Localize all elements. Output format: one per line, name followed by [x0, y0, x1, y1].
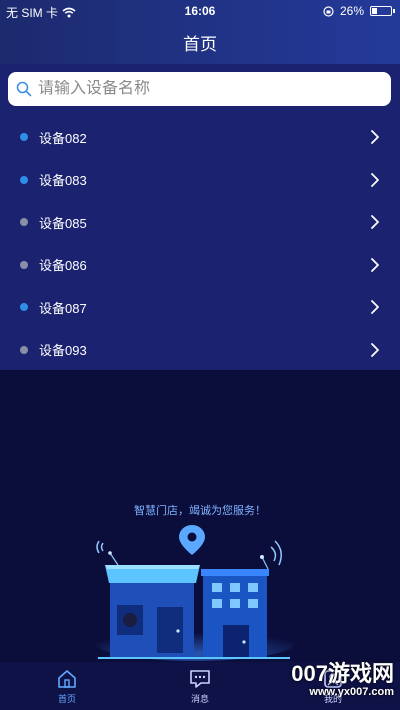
- page-title: 首页: [183, 35, 217, 54]
- header-bar: 无 SIM 卡 16:06 26% 首页: [0, 0, 400, 64]
- device-status-dot: [20, 175, 28, 184]
- chevron-right-icon: [371, 257, 379, 272]
- tab-home-label: 首页: [57, 694, 76, 704]
- battery-percent: 26%: [339, 4, 364, 18]
- location-pin-icon: [179, 525, 205, 555]
- orientation-lock-icon: [323, 5, 334, 17]
- chevron-right-icon: [371, 342, 379, 357]
- home-icon: [58, 670, 76, 688]
- search-icon: [16, 81, 32, 97]
- chevron-right-icon: [371, 300, 379, 314]
- device-row[interactable]: 设备093: [0, 329, 400, 371]
- smart-store-illustration: [95, 525, 295, 661]
- device-row[interactable]: 设备083: [0, 159, 400, 201]
- device-list-panel: 设备082 设备083 设备085 设备086 设备087 设备093: [0, 64, 400, 370]
- device-row[interactable]: 设备087: [0, 286, 400, 328]
- message-icon: [190, 670, 210, 688]
- device-status-dot: [20, 345, 28, 354]
- device-status-dot: [20, 260, 28, 269]
- battery-icon: [370, 6, 395, 16]
- chevron-right-icon: [371, 130, 379, 144]
- device-status-dot: [20, 218, 28, 226]
- device-name: 设备083: [39, 173, 87, 188]
- tab-home[interactable]: 首页: [27, 668, 107, 705]
- device-name: 设备082: [39, 130, 87, 146]
- device-name: 设备085: [39, 215, 87, 231]
- watermark-main: 007游戏网: [291, 661, 394, 686]
- device-status-dot: [20, 133, 28, 141]
- tab-messages[interactable]: 消息: [160, 668, 240, 705]
- device-name: 设备087: [39, 300, 87, 316]
- device-name: 设备086: [39, 258, 87, 273]
- chevron-right-icon: [371, 172, 379, 187]
- chevron-right-icon: [371, 215, 379, 229]
- device-row[interactable]: 设备082: [0, 116, 400, 158]
- search-input[interactable]: [38, 80, 391, 98]
- tab-messages-label: 消息: [190, 694, 209, 704]
- site-watermark: 007游戏网 www.yx007.com: [291, 656, 394, 698]
- watermark-url: www.yx007.com: [309, 686, 394, 698]
- hero-slogan: 智慧门店，竭诚为您服务！: [134, 505, 266, 517]
- device-row[interactable]: 设备086: [0, 244, 400, 286]
- hero-section: 智慧门店，竭诚为您服务！: [0, 370, 400, 662]
- status-bar: 无 SIM 卡 16:06 26%: [0, 0, 400, 22]
- device-row[interactable]: 设备085: [0, 201, 400, 243]
- search-bar[interactable]: [8, 72, 391, 106]
- device-status-dot: [20, 303, 28, 311]
- device-name: 设备093: [39, 343, 87, 358]
